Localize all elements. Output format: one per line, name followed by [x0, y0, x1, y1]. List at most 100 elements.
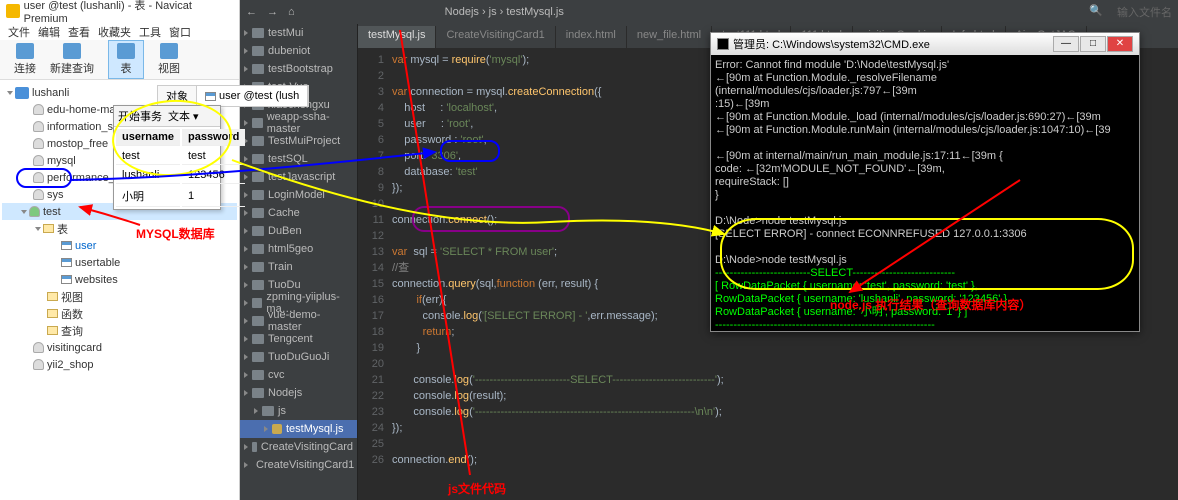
- table-row[interactable]: lushanli123456: [116, 167, 245, 184]
- menu-窗口[interactable]: 窗口: [169, 24, 191, 38]
- tab-user[interactable]: user @test (lush: [197, 86, 308, 106]
- toolbar-表[interactable]: 表: [108, 40, 144, 79]
- tab-CreateVisitingCard1[interactable]: CreateVisitingCard1: [436, 26, 555, 48]
- proj-dubeniot[interactable]: dubeniot: [240, 42, 357, 60]
- terminal-title-text: 管理员: C:\Windows\system32\CMD.exe: [733, 36, 930, 52]
- menu-查看[interactable]: 查看: [68, 24, 90, 38]
- app-icon: [6, 4, 20, 18]
- proj-CreateVisitingCard1[interactable]: CreateVisitingCard1: [240, 456, 357, 474]
- minimize-button[interactable]: —: [1053, 36, 1079, 52]
- object-tabbar[interactable]: 对象 user @test (lush: [157, 85, 309, 107]
- cmd-icon: [717, 38, 729, 50]
- tree-查询[interactable]: 查询: [2, 322, 237, 339]
- proj-testMysql.js[interactable]: testMysql.js: [240, 420, 357, 438]
- term-line: [715, 202, 1135, 215]
- toolbar-连接[interactable]: 连接: [14, 43, 36, 76]
- tree-yii2_shop[interactable]: yii2_shop: [2, 356, 237, 373]
- code-line-22[interactable]: 22 console.log(result);: [358, 388, 1178, 404]
- term-line: ←[90m at internal/main/run_main_module.j…: [715, 150, 1135, 163]
- table-data-popup[interactable]: 开始事务 文本 ▾ usernamepassword testtestlusha…: [113, 105, 221, 210]
- window-title: user @test (lushanli) - 表 - Navicat Prem…: [0, 0, 239, 22]
- term-line: :15)←[39m: [715, 98, 1135, 111]
- search-input[interactable]: 输入文件名: [1117, 4, 1172, 20]
- toolbar-视图[interactable]: 视图: [158, 43, 180, 76]
- home-icon[interactable]: ⌂: [288, 6, 295, 18]
- annotation-mysql: MYSQL数据库: [136, 225, 215, 242]
- menu-收藏夹[interactable]: 收藏夹: [98, 24, 131, 38]
- menu-编辑[interactable]: 编辑: [38, 24, 60, 38]
- annotation-result: node.js 执行结果（查询数据库内容）: [830, 296, 1031, 313]
- code-line-20[interactable]: 20: [358, 356, 1178, 372]
- proj-Nodejs[interactable]: Nodejs: [240, 384, 357, 402]
- term-line: D:\Node>node testMysql.js: [715, 254, 1135, 267]
- proj-testJavascript[interactable]: testJavascript: [240, 168, 357, 186]
- proj-Cache[interactable]: Cache: [240, 204, 357, 222]
- term-line: ←[90m at Function.Module.runMain (intern…: [715, 124, 1135, 137]
- data-grid[interactable]: usernamepassword testtest lushanli123456 小…: [114, 127, 247, 209]
- proj-LoginModel[interactable]: LoginModel: [240, 186, 357, 204]
- proj-html5geo[interactable]: html5geo: [240, 240, 357, 258]
- proj-js[interactable]: js: [240, 402, 357, 420]
- tree-函数[interactable]: 函数: [2, 305, 237, 322]
- term-line: [ RowDataPacket { username: 'test', pass…: [715, 280, 1135, 293]
- tree-visitingcard[interactable]: visitingcard: [2, 339, 237, 356]
- cmd-terminal[interactable]: 管理员: C:\Windows\system32\CMD.exe — □ ✕ E…: [710, 32, 1140, 332]
- close-button[interactable]: ✕: [1107, 36, 1133, 52]
- proj-testBootstrap[interactable]: testBootstrap: [240, 60, 357, 78]
- maximize-button[interactable]: □: [1080, 36, 1106, 52]
- term-line: code: ←[32m'MODULE_NOT_FOUND'←[39m,: [715, 163, 1135, 176]
- title-text: user @test (lushanli) - 表 - Navicat Prem…: [24, 0, 233, 25]
- term-line: ←[90m at Function.Module._resolveFilenam…: [715, 72, 1135, 98]
- search-icon[interactable]: 🔍: [1089, 4, 1103, 20]
- code-line-19[interactable]: 19 }: [358, 340, 1178, 356]
- tab-testMysql.js[interactable]: testMysql.js: [358, 26, 436, 48]
- begin-trans-button[interactable]: 开始事务: [118, 108, 162, 124]
- toolbar-新建查询[interactable]: 新建查询: [50, 43, 94, 76]
- proj-DuBen[interactable]: DuBen: [240, 222, 357, 240]
- breadcrumb[interactable]: Nodejs › js › testMysql.js: [445, 6, 564, 18]
- term-line: D:\Node>node testMysql.js: [715, 215, 1135, 228]
- menu-工具[interactable]: 工具: [139, 24, 161, 38]
- proj-Train[interactable]: Train: [240, 258, 357, 276]
- editor-topbar: ← → ⌂ Nodejs › js › testMysql.js 🔍 输入文件名: [240, 0, 1178, 24]
- proj-cvc[interactable]: cvc: [240, 366, 357, 384]
- code-line-24[interactable]: 24});: [358, 420, 1178, 436]
- table-row[interactable]: testtest: [116, 148, 245, 165]
- tab-index.html[interactable]: index.html: [556, 26, 627, 48]
- navicat-panel: user @test (lushanli) - 表 - Navicat Prem…: [0, 0, 240, 500]
- terminal-output[interactable]: Error: Cannot find module 'D:\Node\testM…: [711, 55, 1139, 333]
- term-line: [715, 332, 1135, 333]
- col-username[interactable]: username: [116, 129, 180, 146]
- proj-vue-demo-master[interactable]: vue-demo-master: [240, 312, 357, 330]
- proj-CreateVisitingCard[interactable]: CreateVisitingCard: [240, 438, 357, 456]
- term-line: ←[90m at Function.Module._load (internal…: [715, 111, 1135, 124]
- term-line: [SELECT ERROR] - connect ECONNREFUSED 12…: [715, 228, 1135, 241]
- proj-TuoDuGuoJi[interactable]: TuoDuGuoJi: [240, 348, 357, 366]
- tree-websites[interactable]: websites: [2, 271, 237, 288]
- tree-视图[interactable]: 视图: [2, 288, 237, 305]
- tab-object[interactable]: 对象: [158, 86, 197, 106]
- table-row[interactable]: 小明1: [116, 186, 245, 207]
- fwd-icon[interactable]: →: [267, 6, 278, 18]
- back-icon[interactable]: ←: [246, 6, 257, 18]
- code-line-25[interactable]: 25: [358, 436, 1178, 452]
- term-line: Error: Cannot find module 'D:\Node\testM…: [715, 59, 1135, 72]
- proj-TestMuiProject[interactable]: TestMuiProject: [240, 132, 357, 150]
- tree-usertable[interactable]: usertable: [2, 254, 237, 271]
- term-line: }: [715, 189, 1135, 202]
- menu-文件[interactable]: 文件: [8, 24, 30, 38]
- proj-testSQL[interactable]: testSQL: [240, 150, 357, 168]
- text-button[interactable]: 文本 ▾: [168, 108, 199, 124]
- terminal-titlebar[interactable]: 管理员: C:\Windows\system32\CMD.exe — □ ✕: [711, 33, 1139, 55]
- code-line-21[interactable]: 21 console.log('------------------------…: [358, 372, 1178, 388]
- code-line-26[interactable]: 26connection.end();: [358, 452, 1178, 468]
- toolbar: 连接新建查询表视图: [0, 40, 239, 80]
- term-line: --------------------------SELECT--------…: [715, 267, 1135, 280]
- col-password[interactable]: password: [182, 129, 245, 146]
- annotation-jscode: js文件代码: [448, 480, 506, 497]
- proj-testMui[interactable]: testMui: [240, 24, 357, 42]
- code-line-23[interactable]: 23 console.log('------------------------…: [358, 404, 1178, 420]
- tab-new_file.html[interactable]: new_file.html: [627, 26, 712, 48]
- proj-weapp-ssha-master[interactable]: weapp-ssha-master: [240, 114, 357, 132]
- term-line: ----------------------------------------…: [715, 319, 1135, 332]
